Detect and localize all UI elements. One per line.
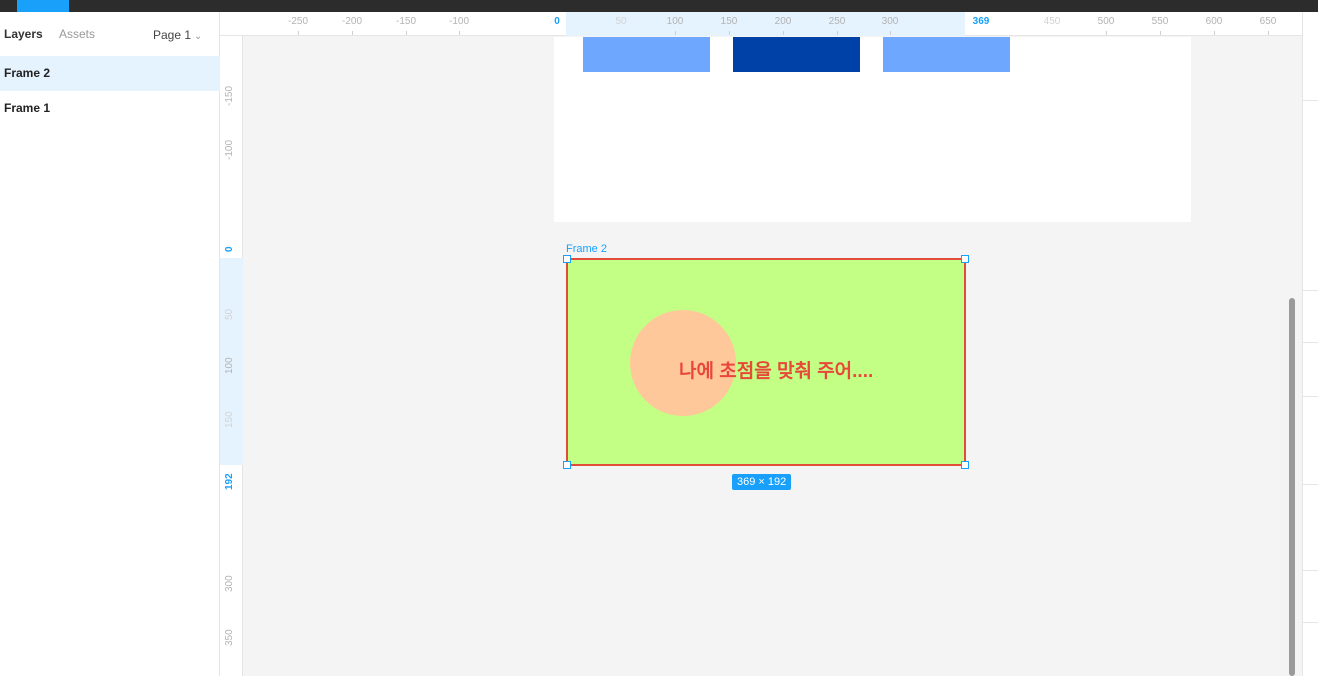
resize-handle-top-left[interactable] bbox=[563, 255, 571, 263]
right-panel-edge bbox=[1302, 12, 1318, 676]
divider bbox=[1303, 100, 1318, 101]
divider bbox=[1303, 396, 1318, 397]
divider bbox=[1303, 484, 1318, 485]
active-tool-button[interactable] bbox=[17, 0, 69, 12]
ruler-label: 500 bbox=[1097, 16, 1115, 27]
ruler-label: 350 bbox=[224, 629, 235, 646]
ruler-label: 100 bbox=[666, 16, 684, 27]
ruler-label: 250 bbox=[828, 16, 846, 27]
ruler-tick bbox=[406, 31, 407, 35]
rectangle-dark-blue[interactable] bbox=[733, 37, 860, 72]
resize-handle-top-right[interactable] bbox=[961, 255, 969, 263]
ruler-label: 650 bbox=[1259, 16, 1277, 27]
toolbar bbox=[0, 0, 1318, 12]
ruler-tick bbox=[837, 31, 838, 35]
frame-2-text[interactable]: 나에 초점을 맞춰 주어.... bbox=[679, 356, 873, 383]
ruler-tick bbox=[1106, 31, 1107, 35]
rectangle-light-blue[interactable] bbox=[883, 37, 1010, 72]
resize-handle-bottom-left[interactable] bbox=[563, 461, 571, 469]
chevron-down-icon: ⌄ bbox=[194, 31, 203, 42]
ruler-tick bbox=[1214, 31, 1215, 35]
ruler-label: -150 bbox=[395, 16, 417, 27]
ruler-label: 200 bbox=[774, 16, 792, 27]
ruler-tick bbox=[1268, 31, 1269, 35]
frame-1[interactable] bbox=[554, 37, 1191, 222]
tab-assets[interactable]: Assets bbox=[59, 27, 95, 41]
ruler-label: 450 bbox=[1043, 16, 1061, 27]
ruler-label: 369 bbox=[972, 16, 990, 27]
divider bbox=[1303, 290, 1318, 291]
ruler-label: -250 bbox=[287, 16, 309, 27]
ruler-label: 150 bbox=[224, 411, 235, 428]
ruler-tick bbox=[675, 31, 676, 35]
ruler-label: 192 bbox=[224, 473, 235, 490]
ruler-tick bbox=[890, 31, 891, 35]
frame-2[interactable]: 나에 초점을 맞춰 주어.... bbox=[566, 258, 966, 466]
ruler-label: 0 bbox=[224, 246, 235, 252]
ruler-label: -200 bbox=[341, 16, 363, 27]
ruler-label: 300 bbox=[224, 575, 235, 592]
dimension-badge: 369 × 192 bbox=[732, 474, 792, 490]
resize-handle-bottom-right[interactable] bbox=[961, 461, 969, 469]
frame-2-name-label[interactable]: Frame 2 bbox=[566, 243, 607, 255]
ruler-label: 100 bbox=[224, 357, 235, 374]
ruler-tick bbox=[352, 31, 353, 35]
divider bbox=[1303, 342, 1318, 343]
ruler-label: -100 bbox=[224, 139, 235, 160]
ruler-label: -100 bbox=[448, 16, 470, 27]
ruler-tick bbox=[298, 31, 299, 35]
left-ruler: -150 -100 0 50 100 150 192 300 350 bbox=[220, 36, 243, 676]
divider bbox=[1303, 570, 1318, 571]
tab-layers[interactable]: Layers bbox=[4, 27, 43, 41]
vertical-scrollbar[interactable] bbox=[1289, 298, 1295, 676]
page-selector-label: Page 1 bbox=[153, 28, 192, 42]
design-canvas[interactable]: Frame 2 나에 초점을 맞춰 주어.... 369 × 192 bbox=[243, 37, 1302, 676]
ruler-tick bbox=[1160, 31, 1161, 35]
ruler-label: 550 bbox=[1151, 16, 1169, 27]
ruler-label: 50 bbox=[224, 308, 235, 320]
top-ruler: -250 -200 -150 -100 0 50 100 150 200 250… bbox=[220, 12, 1302, 36]
ruler-tick bbox=[459, 31, 460, 35]
ruler-tick bbox=[729, 31, 730, 35]
rectangle-light-blue[interactable] bbox=[583, 37, 710, 72]
divider bbox=[1303, 622, 1318, 623]
ruler-label: 150 bbox=[720, 16, 738, 27]
ruler-label: 300 bbox=[881, 16, 899, 27]
ruler-tick bbox=[783, 31, 784, 35]
ruler-label: 50 bbox=[615, 16, 627, 27]
page-selector[interactable]: Page 1 ⌄ bbox=[153, 28, 202, 42]
ruler-label: -150 bbox=[224, 85, 235, 106]
ruler-label: 0 bbox=[554, 16, 560, 27]
ruler-label: 600 bbox=[1205, 16, 1223, 27]
layer-item-frame-2[interactable]: Frame 2 bbox=[0, 56, 220, 91]
layer-item-frame-1[interactable]: Frame 1 bbox=[0, 91, 220, 126]
layers-panel: Layers Assets Page 1 ⌄ Frame 2 Frame 1 bbox=[0, 12, 220, 676]
panel-tabs: Layers Assets Page 1 ⌄ bbox=[0, 12, 219, 56]
